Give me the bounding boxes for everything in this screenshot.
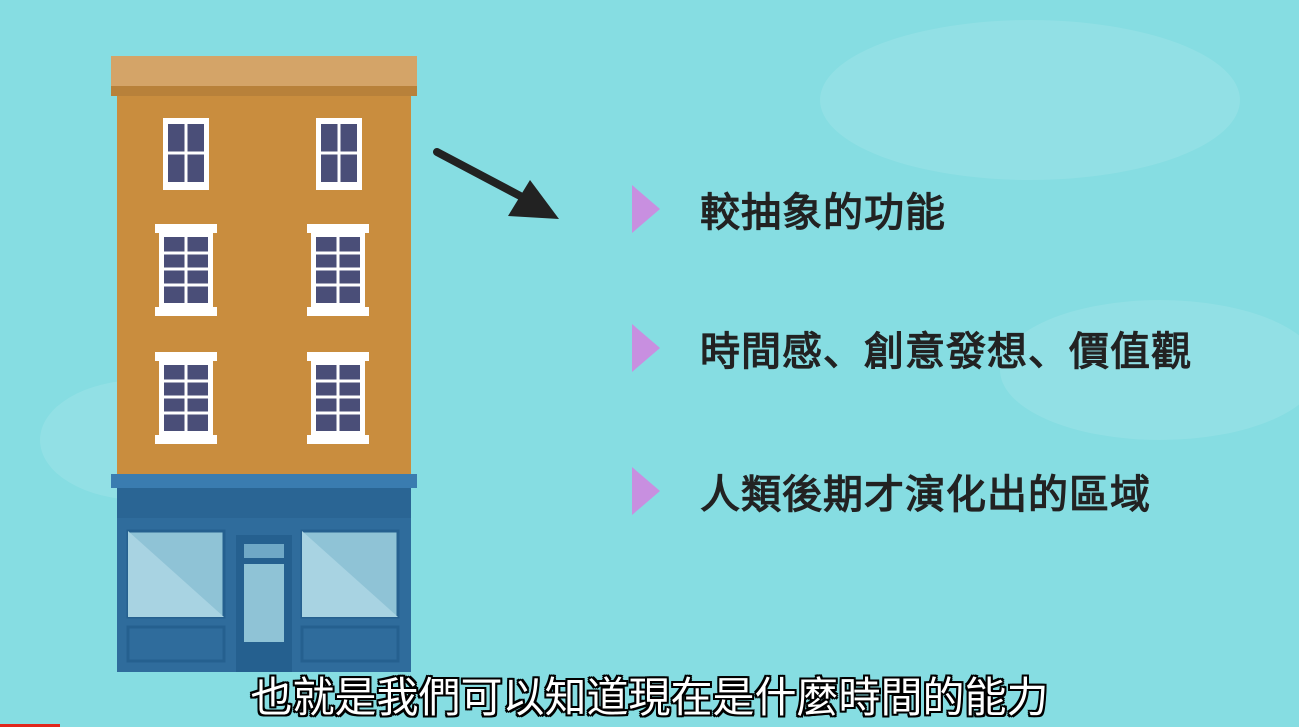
window — [307, 352, 369, 444]
bullet-item: 時間感、創意發想、價值觀 — [632, 324, 1192, 375]
building-roof-trim — [111, 86, 417, 96]
building-ledge — [111, 474, 417, 488]
triangle-bullet-icon — [632, 324, 660, 372]
subtitle-caption: 也就是我們可以知道現在是什麼時間的能力 — [250, 673, 1049, 722]
bullet-label: 較抽象的功能 — [700, 190, 946, 236]
bullet-item: 人類後期才演化出的區域 — [632, 467, 1151, 518]
triangle-bullet-icon — [632, 467, 660, 515]
window — [155, 224, 217, 316]
building-roof — [111, 56, 417, 86]
shop-door — [244, 564, 284, 642]
storefront-sign — [117, 488, 411, 518]
window — [163, 118, 209, 190]
arrow-icon — [433, 148, 559, 219]
triangle-bullet-icon — [632, 185, 660, 233]
bullet-item: 較抽象的功能 — [632, 185, 946, 236]
window — [316, 118, 362, 190]
bullet-label: 人類後期才演化出的區域 — [700, 472, 1151, 518]
window — [155, 352, 217, 444]
window — [307, 224, 369, 316]
door-transom — [244, 544, 284, 558]
bullet-label: 時間感、創意發想、價值觀 — [700, 329, 1192, 375]
